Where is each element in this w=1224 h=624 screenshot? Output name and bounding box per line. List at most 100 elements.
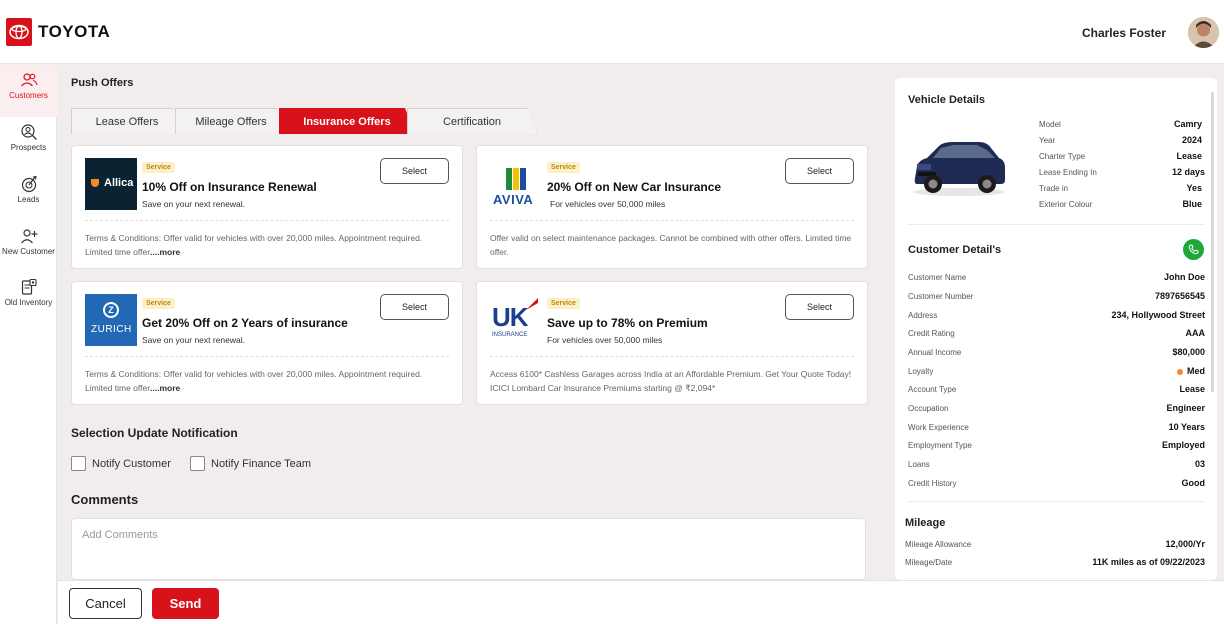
field-label: Credit History (908, 479, 957, 488)
sidebar-item-customers[interactable]: Customers (0, 65, 57, 117)
notify-finance-checkbox[interactable]: Notify Finance Team (190, 455, 311, 472)
field-label: Year (1039, 136, 1056, 145)
offer-card: Allica Service 10% Off on Insurance Rene… (71, 145, 463, 269)
user-name[interactable]: Charles Foster (1082, 26, 1166, 40)
vehicle-details-title: Vehicle Details (908, 94, 986, 106)
comments-input[interactable] (71, 518, 866, 580)
details-panel: Vehicle Details Model Camry Year 2024 Ch… (895, 78, 1217, 580)
select-button[interactable]: Select (785, 294, 854, 320)
field-value: 7897656545 (1154, 291, 1205, 301)
field-label: Loans (908, 460, 930, 469)
select-button[interactable]: Select (380, 158, 449, 184)
service-badge: Service (547, 162, 580, 173)
comments-title: Comments (71, 492, 139, 507)
notification-title: Selection Update Notification (71, 426, 238, 440)
field-label: Customer Name (908, 273, 967, 282)
inventory-icon (21, 278, 37, 295)
main-content: Push Offers Lease Offers Mileage Offers … (58, 65, 880, 580)
divider (908, 224, 1204, 225)
sidebar-item-label: New Customer (2, 247, 55, 256)
field-value: 2024 (1181, 135, 1202, 145)
field-value: 03 (1194, 459, 1205, 469)
field-label: Credit Rating (908, 329, 955, 338)
loyalty-dot-icon (1177, 368, 1183, 375)
divider (490, 356, 854, 357)
offer-card: AVIVA Service 20% Off on New Car Insuran… (476, 145, 868, 269)
field-value: Engineer (1166, 403, 1205, 413)
phone-icon (1188, 244, 1199, 255)
field-label: Employment Type (908, 441, 972, 450)
offer-terms: Offer valid on select maintenance packag… (490, 233, 852, 257)
sidebar: Customers Prospects Leads New Customer O… (0, 65, 57, 624)
users-icon (20, 73, 38, 87)
field-label: Loyalty (908, 367, 934, 376)
leads-icon (21, 175, 37, 193)
search-person-icon (20, 124, 37, 140)
field-value: 10 Years (1168, 422, 1205, 432)
divider (85, 356, 449, 357)
offer-subtitle: For vehicles over 50,000 miles (547, 335, 663, 345)
field-value: 234, Hollywood Street (1111, 310, 1205, 320)
checkbox[interactable] (190, 456, 205, 472)
sidebar-item-label: Customers (9, 91, 48, 100)
offer-terms: Terms & Conditions: Offer valid for vehi… (85, 369, 423, 393)
panel-scrollbar[interactable] (1211, 92, 1214, 392)
uk-insurance-logo-icon: UK INSURANCE (490, 294, 542, 346)
action-footer: Cancel Send (58, 580, 1224, 624)
checkbox[interactable] (71, 456, 86, 472)
service-badge: Service (142, 162, 175, 173)
field-label: Model (1039, 120, 1061, 129)
sidebar-item-label: Leads (17, 195, 40, 204)
tab-insurance-offers[interactable]: Insurance Offers (279, 108, 415, 134)
service-badge: Service (142, 298, 175, 309)
field-label: Address (908, 311, 938, 320)
offer-title: Save up to 78% on Premium (547, 316, 708, 330)
field-value: Employed (1161, 440, 1205, 450)
more-link[interactable]: ....more (150, 247, 180, 257)
allica-logo-icon: Allica (85, 158, 137, 210)
field-label: Mileage/Date (905, 558, 953, 567)
field-value: Blue (1182, 199, 1202, 209)
cancel-button[interactable]: Cancel (69, 588, 142, 619)
field-value: Yes (1186, 183, 1202, 193)
field-label: Annual Income (908, 348, 962, 357)
field-value: Med (1177, 366, 1205, 376)
offer-card: Z ZURICH Service Get 20% Off on 2 Years … (71, 281, 463, 405)
field-value: John Doe (1163, 272, 1205, 282)
service-badge: Service (547, 298, 580, 309)
tab-mileage-offers[interactable]: Mileage Offers (175, 108, 287, 134)
customer-details-title: Customer Detail's (908, 244, 1002, 256)
offer-title: Get 20% Off on 2 Years of insurance (142, 316, 348, 330)
offer-subtitle: For vehicles over 50,000 miles (550, 199, 666, 209)
sidebar-item-prospects[interactable]: Prospects (0, 117, 57, 169)
sidebar-item-leads[interactable]: Leads (0, 169, 57, 221)
user-avatar[interactable] (1188, 17, 1219, 48)
field-label: Mileage Allowance (905, 540, 972, 549)
field-value: AAA (1185, 328, 1206, 338)
sidebar-item-old-inventory[interactable]: Old Inventory (0, 272, 57, 324)
toyota-logo-icon[interactable] (6, 18, 32, 46)
field-label: Occupation (908, 404, 949, 413)
field-label: Exterior Colour (1039, 200, 1093, 209)
sidebar-item-label: Prospects (10, 143, 47, 152)
sidebar-item-new-customer[interactable]: New Customer (0, 221, 57, 273)
offer-subtitle: Save on your next renewal. (142, 199, 246, 209)
tab-certification[interactable]: Certification (407, 108, 537, 134)
offer-terms: Access 6100* Cashless Garages across Ind… (490, 369, 852, 393)
call-button[interactable] (1183, 239, 1204, 260)
select-button[interactable]: Select (380, 294, 449, 320)
brand-name: TOYOTA (38, 22, 111, 41)
more-link[interactable]: ....more (150, 383, 180, 393)
send-button[interactable]: Send (152, 588, 219, 619)
select-button[interactable]: Select (785, 158, 854, 184)
field-value: 12 days (1171, 167, 1205, 177)
notify-customer-checkbox[interactable]: Notify Customer (71, 455, 171, 472)
field-value: 11K miles as of 09/22/2023 (1092, 557, 1205, 567)
page-title: Push Offers (71, 77, 134, 89)
field-value: Lease (1176, 151, 1202, 161)
top-header: TOYOTA Charles Foster (0, 0, 1224, 64)
field-value: Lease (1179, 384, 1205, 394)
field-label: Account Type (908, 385, 957, 394)
tab-lease-offers[interactable]: Lease Offers (71, 108, 183, 134)
divider (908, 501, 1204, 502)
